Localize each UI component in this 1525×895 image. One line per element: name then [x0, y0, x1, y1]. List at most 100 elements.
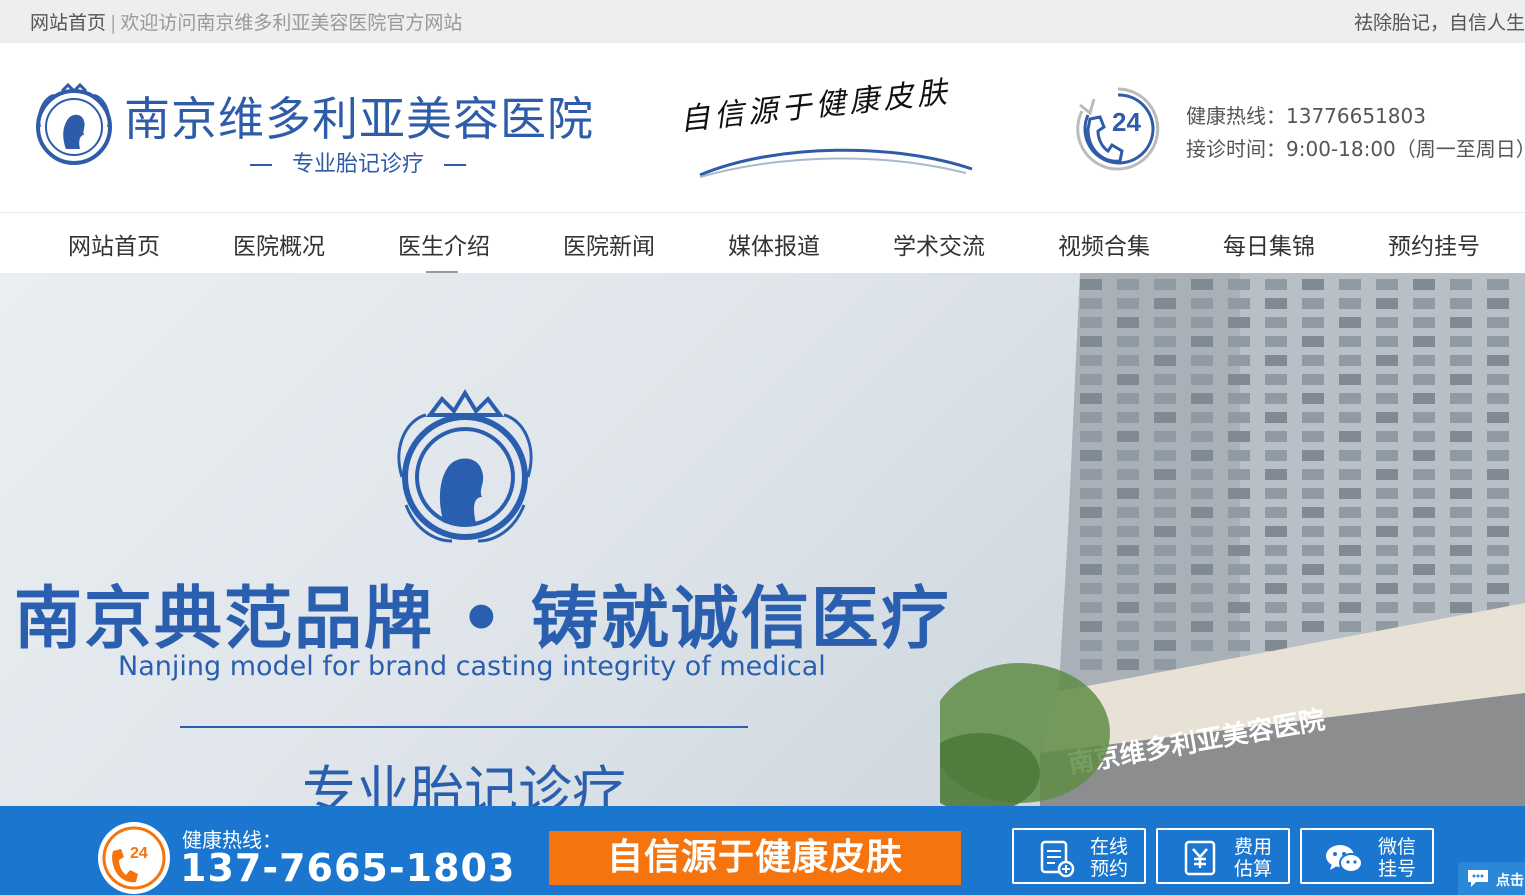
building-window	[1413, 279, 1435, 290]
building-window	[1117, 526, 1139, 537]
banner-logo-icon	[397, 389, 533, 543]
nav-item-videos[interactable]: 视频合集	[1058, 227, 1150, 261]
nav-item-academic[interactable]: 学术交流	[893, 227, 985, 261]
building-window	[1302, 526, 1324, 537]
building-window	[1302, 450, 1324, 461]
building-window	[1339, 317, 1361, 328]
building-window	[1302, 621, 1324, 632]
building-window	[1487, 374, 1509, 385]
nav-item-doctors[interactable]: 医生介绍	[398, 227, 490, 273]
building-window	[1154, 355, 1176, 366]
hospital-logo-icon[interactable]	[32, 83, 116, 167]
building-window	[1302, 298, 1324, 309]
footer-slogan: 自信源于健康皮肤	[549, 831, 961, 885]
building-window	[1265, 602, 1287, 613]
building-window	[1265, 564, 1287, 575]
building-window	[1117, 507, 1139, 518]
building-window	[1154, 526, 1176, 537]
building-window	[1080, 317, 1102, 328]
online-appointment-label: 在线 预约	[1090, 836, 1128, 880]
building-window	[1080, 336, 1102, 347]
footer-bar: 24 健康热线： 137-7665-1803 自信源于健康皮肤 在线 预约 费用估…	[0, 806, 1525, 895]
building-window	[1265, 355, 1287, 366]
top-bar: 网站首页 | 欢迎访问南京维多利亚美容医院官方网站 祛除胎记，自信人生	[0, 0, 1525, 43]
cost-estimate-button[interactable]: 费用 估算	[1156, 828, 1290, 884]
phone-badge-text: 24	[1112, 107, 1141, 137]
building-window	[1228, 602, 1250, 613]
building-window	[1191, 374, 1213, 385]
top-home-link[interactable]: 网站首页	[30, 12, 106, 34]
building-window	[1339, 393, 1361, 404]
building-window	[1154, 298, 1176, 309]
building-window	[1191, 279, 1213, 290]
building-window	[1265, 298, 1287, 309]
building-window	[1191, 431, 1213, 442]
building-window	[1376, 488, 1398, 499]
building-window	[1191, 640, 1213, 651]
nav-item-appointment[interactable]: 预约挂号	[1388, 227, 1480, 261]
building-window	[1080, 640, 1102, 651]
building-window	[1413, 355, 1435, 366]
building-window	[1080, 374, 1102, 385]
phone-24h-icon: 24	[1076, 87, 1160, 171]
footer-phone-badge: 24	[130, 845, 148, 862]
building-window	[1117, 374, 1139, 385]
nav-item-news[interactable]: 医院新闻	[563, 227, 655, 261]
nav-item-daily[interactable]: 每日集锦	[1223, 227, 1315, 261]
building-window	[1080, 621, 1102, 632]
building-window	[1228, 393, 1250, 404]
building-window	[1265, 336, 1287, 347]
building-window	[1154, 488, 1176, 499]
cost-estimate-label: 费用 估算	[1234, 836, 1272, 880]
building-window	[1339, 507, 1361, 518]
building-window	[1080, 298, 1102, 309]
building-window	[1191, 298, 1213, 309]
building-window	[1339, 279, 1361, 290]
nav-item-home[interactable]: 网站首页	[68, 227, 160, 261]
hours-label: 接诊时间：	[1186, 137, 1286, 161]
building-window	[1413, 469, 1435, 480]
building-window	[1191, 583, 1213, 594]
nav-item-media[interactable]: 媒体报道	[728, 227, 820, 261]
building-window	[1413, 507, 1435, 518]
building-window	[1265, 469, 1287, 480]
online-chat-tab[interactable]: 点击	[1458, 862, 1525, 895]
building-window	[1080, 507, 1102, 518]
building-window	[1450, 431, 1472, 442]
wechat-icon	[1326, 845, 1363, 873]
building-window	[1228, 526, 1250, 537]
online-appointment-button[interactable]: 在线 预约	[1012, 828, 1146, 884]
building-window	[1154, 450, 1176, 461]
building-window	[1080, 488, 1102, 499]
building-window	[1302, 583, 1324, 594]
building-window	[1339, 621, 1361, 632]
building-window	[1339, 526, 1361, 537]
building-window	[1339, 431, 1361, 442]
building-window	[1413, 526, 1435, 537]
building-window	[1265, 526, 1287, 537]
hotline-number[interactable]: 13776651803	[1286, 104, 1426, 128]
building-window	[1413, 336, 1435, 347]
building-window	[1339, 545, 1361, 556]
wechat-register-button[interactable]: 微信 挂号	[1300, 828, 1434, 884]
building-window	[1450, 602, 1472, 613]
nav-item-overview[interactable]: 医院概况	[233, 227, 325, 261]
building-window	[1450, 526, 1472, 537]
building-window	[1080, 355, 1102, 366]
hero-banner[interactable]: 南京维多利亚美容医院 南京典范品牌 • 铸就诚信医疗 Nanjing model…	[0, 273, 1525, 806]
building-window	[1228, 336, 1250, 347]
building-window	[1450, 488, 1472, 499]
building-window	[1302, 469, 1324, 480]
building-window	[1117, 393, 1139, 404]
building-window	[1265, 488, 1287, 499]
building-window	[1376, 526, 1398, 537]
building-window	[1154, 374, 1176, 385]
building-window	[1191, 412, 1213, 423]
building-window	[1339, 602, 1361, 613]
building-window	[1117, 279, 1139, 290]
chat-tab-label: 点击	[1496, 873, 1524, 889]
footer-hotline-number[interactable]: 137-7665-1803	[180, 846, 515, 890]
btn2-line1: 费用	[1234, 836, 1273, 858]
building-window	[1413, 545, 1435, 556]
building-window	[1487, 279, 1509, 290]
